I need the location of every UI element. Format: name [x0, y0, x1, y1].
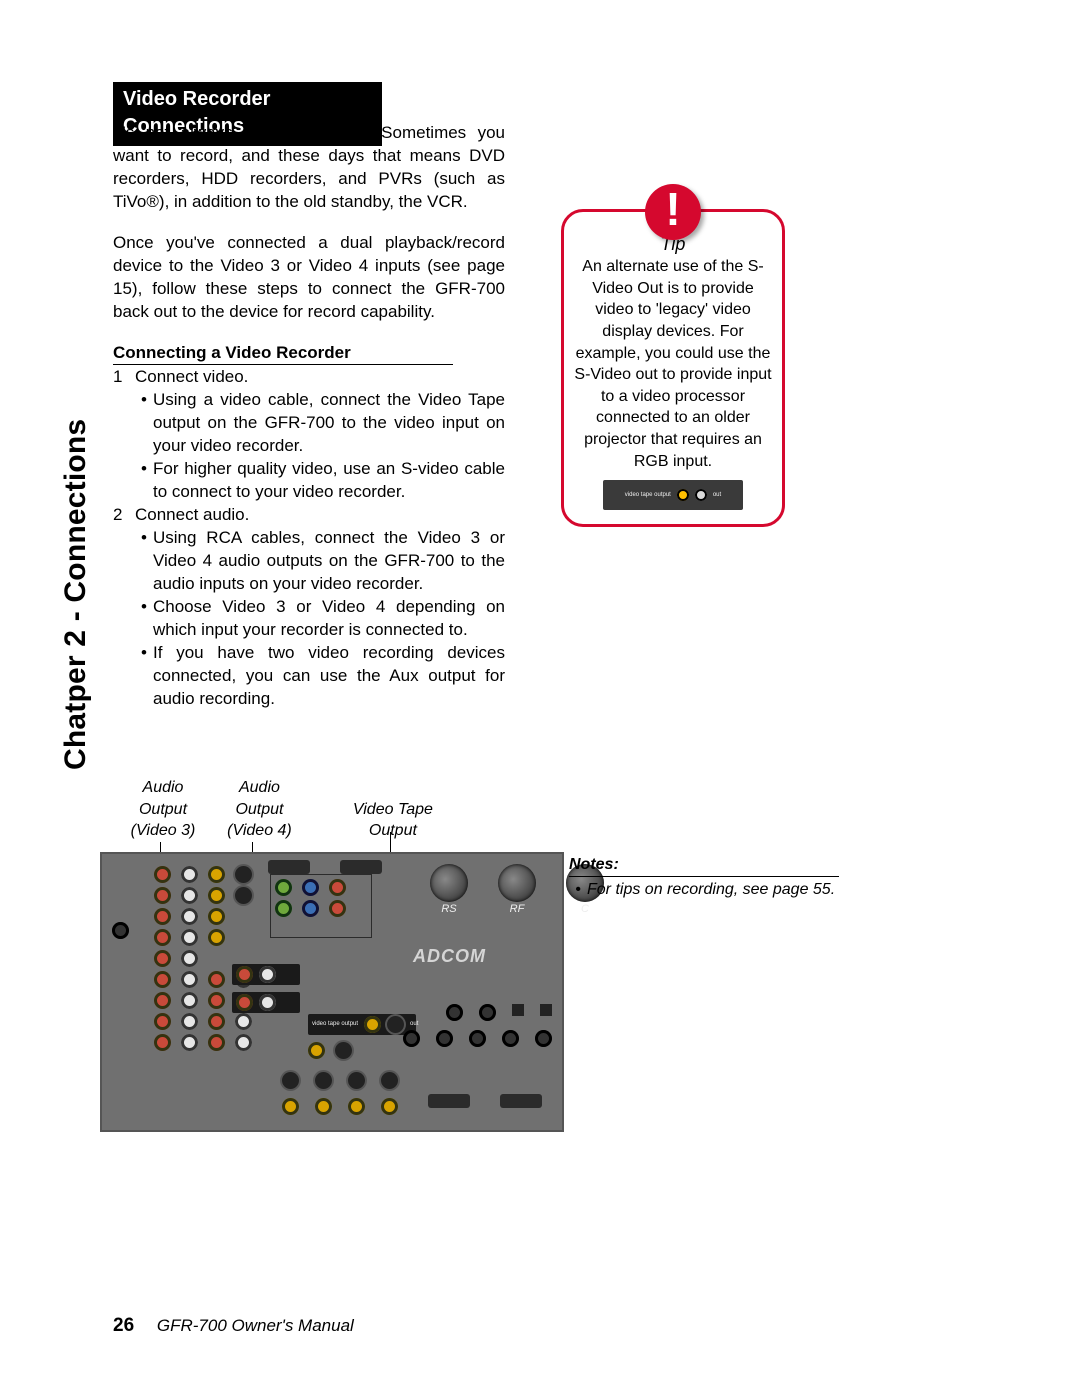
tip-body: An alternate use of the S-Video Out is t…	[574, 256, 772, 472]
bullet-item: Using a video cable, connect the Video T…	[135, 389, 505, 458]
hdmi-port-icon	[428, 1094, 470, 1108]
body-column: It's not always about playback. Sometime…	[113, 122, 505, 711]
highlight-output	[232, 992, 300, 1013]
step-title: Connect audio.	[135, 504, 505, 527]
step-title: Connect video.	[135, 366, 505, 389]
highlight-aux-output	[232, 964, 300, 985]
panel-row	[154, 887, 252, 904]
bullet-item: If you have two video recording devices …	[135, 642, 505, 711]
step-bullets: Using RCA cables, connect the Video 3 or…	[135, 527, 505, 711]
chapter-tab-text: Chatper 2 - Connections	[59, 419, 92, 770]
tip-box: ! Tip An alternate use of the S-Video Ou…	[561, 209, 785, 527]
rca-white-icon	[259, 994, 276, 1011]
page-number: 26	[113, 1315, 134, 1336]
rca-yellow-icon	[677, 489, 689, 501]
label-video-tape-out: Video Tape Output	[338, 799, 448, 842]
notes-item: For tips on recording, see page 55.	[569, 879, 859, 901]
step-number: 1	[113, 366, 135, 389]
label-audio-out-v3: Audio Output (Video 3)	[117, 777, 209, 842]
rca-red-icon	[236, 994, 253, 1011]
rca-white-icon	[259, 966, 276, 983]
diagram-labels: Audio Output (Video 3) Audio Output (Vid…	[117, 777, 448, 842]
label-audio-out-v4: Audio Output (Video 4)	[213, 777, 305, 842]
component-block	[270, 874, 372, 938]
notes-block: Notes: For tips on recording, see page 5…	[569, 854, 859, 900]
panel-row	[154, 929, 252, 946]
binding-post-icon	[430, 864, 468, 902]
panel-hl-out: out	[410, 1020, 418, 1028]
manual-title: GFR-700 Owner's Manual	[157, 1316, 354, 1335]
bullet-item: Choose Video 3 or Video 4 depending on w…	[135, 596, 505, 642]
brand-logo: ADCOM	[413, 944, 486, 968]
hdmi-port-icon	[340, 860, 382, 874]
step-number: 2	[113, 504, 135, 527]
panel-row	[154, 1013, 252, 1030]
antenna-jack-icon	[112, 922, 129, 939]
steps-list: 1 Connect video. Using a video cable, co…	[113, 366, 505, 710]
panel-row	[154, 866, 252, 883]
rca-yellow-icon	[308, 1042, 325, 1059]
step-row: 1 Connect video.	[113, 366, 505, 389]
panel-row	[154, 1034, 252, 1051]
sub-header: Connecting a Video Recorder	[113, 342, 453, 366]
step-bullets: Using a video cable, connect the Video T…	[135, 389, 505, 504]
notes-heading: Notes:	[569, 854, 839, 877]
bullet-item: For higher quality video, use an S-video…	[135, 458, 505, 504]
tip-panel-left-label: video tape output	[625, 491, 671, 499]
knob-label: C	[566, 902, 604, 917]
rca-red-icon	[236, 966, 253, 983]
notes-list: For tips on recording, see page 55.	[569, 879, 859, 901]
chapter-tab: Chatper 2 - Connections	[56, 419, 97, 770]
page-footer: 26 GFR-700 Owner's Manual	[113, 1313, 354, 1339]
tip-mini-panel: video tape output out	[603, 480, 743, 510]
svideo-icon	[387, 1016, 404, 1033]
rear-panel-diagram: video tape output out RS RF C ADCOM	[100, 852, 564, 1132]
hdmi-port-icon	[500, 1094, 542, 1108]
svideo-icon	[335, 1042, 352, 1059]
bullet-item: Using RCA cables, connect the Video 3 or…	[135, 527, 505, 596]
highlight-video-tape-output: video tape output out	[308, 1014, 416, 1035]
intro-paragraph-2: Once you've connected a dual playback/re…	[113, 232, 505, 324]
intro-paragraph-1: It's not always about playback. Sometime…	[113, 122, 505, 214]
knob-label: RS	[430, 902, 468, 917]
hdmi-port-icon	[268, 860, 310, 874]
knob-label: RF	[498, 902, 536, 917]
tip-panel-right-label: out	[713, 491, 721, 499]
exclamation-icon: !	[645, 184, 701, 240]
panel-hl-label: video tape output	[312, 1020, 358, 1028]
binding-post-icon	[498, 864, 536, 902]
step-row: 2 Connect audio.	[113, 504, 505, 527]
panel-row	[154, 908, 252, 925]
svideo-icon	[695, 489, 707, 501]
rca-yellow-icon	[364, 1016, 381, 1033]
